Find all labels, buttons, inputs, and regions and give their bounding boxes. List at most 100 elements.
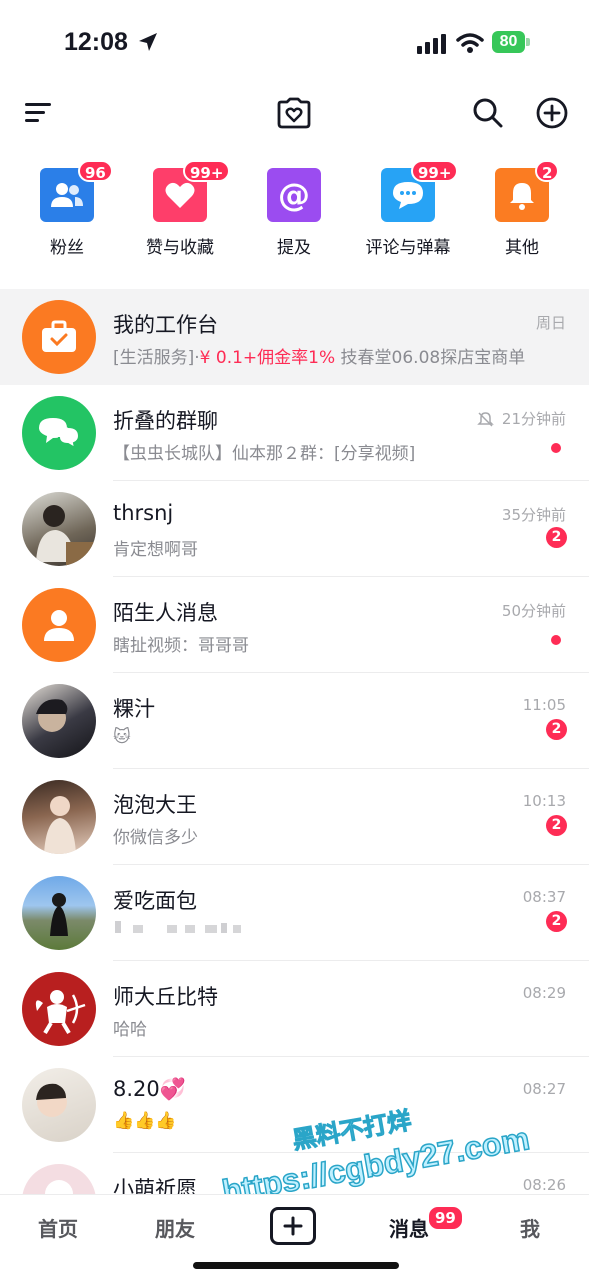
chat-preview: 你微信多少 — [113, 828, 198, 848]
chat-time-text: 21分钟前 — [501, 410, 566, 428]
menu-button[interactable] — [16, 88, 60, 138]
chat-item-thrsnj[interactable]: thrsnj 肯定想啊哥 35分钟前 2 — [0, 481, 589, 577]
search-button[interactable] — [466, 88, 510, 138]
chat-name: 折叠的群聊 — [113, 409, 218, 433]
chat-item-workbench[interactable]: 我的工作台 [生活服务]·¥ 0.1+佣金率1% 技春堂06.08探店宝商单 周… — [0, 289, 589, 385]
chat-item-strangers[interactable]: 陌生人消息 瞎扯视频：哥哥哥 50分钟前 — [0, 577, 589, 673]
avatar — [22, 1068, 96, 1142]
chat-item-guozhi[interactable]: 粿汁 🐱 11:05 2 — [0, 673, 589, 769]
battery-tip — [526, 38, 530, 46]
avatar — [22, 684, 96, 758]
user-photo-icon — [36, 699, 68, 732]
create-button[interactable] — [270, 1207, 316, 1245]
chat-time: 周日 — [535, 314, 566, 332]
chat-item-820[interactable]: 8.20💞 👍👍👍 08:27 — [0, 1057, 589, 1153]
chat-time: 35分钟前 — [501, 506, 566, 524]
chat-time: 08:29 — [522, 984, 566, 1002]
heart-icon — [165, 182, 195, 208]
location-arrow-icon — [139, 33, 157, 51]
mentions-tile: @ — [267, 168, 321, 222]
shortcut-badge: 99+ — [411, 160, 459, 182]
chat-item-bread[interactable]: 爱吃面包 08:37 2 — [0, 865, 589, 961]
status-time: 12:08 — [64, 28, 128, 56]
unread-badge: 2 — [546, 719, 567, 740]
search-icon — [473, 98, 503, 128]
shortcut-badge: 2 — [535, 160, 560, 182]
shortcut-other[interactable]: 2 其他 — [467, 160, 577, 260]
chat-name: 粿汁 — [113, 697, 155, 721]
cellular-signal-icon — [417, 34, 446, 54]
shortcut-badge: 96 — [78, 160, 113, 182]
user-photo-icon — [50, 893, 68, 936]
home-indicator — [193, 1262, 399, 1269]
heart-camera-button[interactable] — [272, 88, 316, 138]
unread-dot — [551, 443, 561, 453]
unread-badge: 2 — [546, 911, 567, 932]
avatar — [22, 588, 96, 662]
add-circle-icon — [536, 97, 568, 129]
shortcut-label: 赞与收藏 — [146, 238, 214, 258]
blurred-text-mosaic — [115, 921, 241, 933]
unread-dot — [551, 635, 561, 645]
avatar — [22, 300, 96, 374]
chat-name: 陌生人消息 — [113, 601, 218, 625]
wifi-icon — [456, 33, 484, 53]
user-photo-icon — [36, 1083, 67, 1117]
preview-tag: [生活服务]· — [113, 348, 200, 368]
user-photo-icon — [36, 505, 96, 566]
avatar — [22, 972, 96, 1046]
avatar — [22, 396, 96, 470]
chat-preview: 🐱 — [113, 727, 131, 747]
shortcut-row: 96 粉丝 99+ 赞与收藏 @ 提及 99+ 评论与弹幕 2 其他 — [0, 160, 589, 260]
chat-time: 21分钟前 — [477, 408, 566, 429]
chat-name: 我的工作台 — [113, 313, 218, 337]
chat-preview: 哈哈 — [113, 1020, 147, 1040]
tab-home[interactable]: 首页 — [38, 1213, 78, 1242]
shortcut-mentions[interactable]: @ 提及 — [239, 160, 349, 260]
shortcut-label: 评论与弹幕 — [365, 238, 451, 258]
chat-preview: 瞎扯视频：哥哥哥 — [113, 636, 249, 656]
tab-messages[interactable]: 消息 — [389, 1213, 429, 1242]
avatar — [22, 780, 96, 854]
fans-icon — [51, 183, 83, 207]
preview-text: 技春堂06.08探店宝商单 — [335, 348, 526, 368]
briefcase-icon — [42, 320, 76, 352]
user-photo-icon — [44, 796, 76, 854]
cupid-icon — [35, 990, 86, 1035]
chat-time: 08:26 — [522, 1176, 566, 1194]
chat-name: 爱吃面包 — [113, 889, 197, 913]
shortcut-likes[interactable]: 99+ 赞与收藏 — [125, 160, 235, 260]
mute-bell-icon — [477, 412, 494, 427]
shortcut-fans[interactable]: 96 粉丝 — [12, 160, 122, 260]
shortcut-comments[interactable]: 99+ 评论与弹幕 — [353, 160, 463, 260]
messages-badge: 99 — [427, 1205, 464, 1231]
chat-name: 泡泡大王 — [113, 793, 197, 817]
comment-icon — [393, 182, 423, 209]
shortcut-label: 提及 — [277, 238, 311, 258]
shortcut-label: 其他 — [505, 238, 539, 258]
battery-indicator: 80 — [492, 31, 532, 53]
shortcut-label: 粉丝 — [50, 238, 84, 258]
at-icon: @ — [278, 176, 310, 214]
group-chat-icon — [39, 418, 81, 450]
chat-item-paopao[interactable]: 泡泡大王 你微信多少 10:13 2 — [0, 769, 589, 865]
chat-time: 08:27 — [522, 1080, 566, 1098]
battery-level: 80 — [492, 31, 525, 53]
status-bar: 12:08 80 — [0, 0, 589, 80]
menu-icon — [25, 103, 51, 122]
tab-me[interactable]: 我 — [520, 1213, 540, 1242]
chat-time: 50分钟前 — [501, 602, 566, 620]
preview-price: ¥ 0.1+佣金率1% — [199, 348, 336, 368]
add-button[interactable] — [530, 88, 574, 138]
avatar — [22, 492, 96, 566]
chat-preview: [生活服务]·¥ 0.1+佣金率1% 技春堂06.08探店宝商单 — [113, 343, 525, 368]
chat-item-cupid[interactable]: 师大丘比特 哈哈 08:29 — [0, 961, 589, 1057]
chat-preview: 肯定想啊哥 — [113, 540, 198, 560]
tab-friends[interactable]: 朋友 — [155, 1213, 195, 1242]
chat-preview: 👍👍👍 — [113, 1111, 177, 1131]
bell-icon — [510, 183, 534, 210]
chat-time: 10:13 — [522, 792, 566, 810]
avatar — [22, 876, 96, 950]
chat-item-folded-groups[interactable]: 折叠的群聊 【虫虫长城队】仙本那２群：[分享视频] 21分钟前 — [0, 385, 589, 481]
person-icon — [44, 610, 74, 641]
